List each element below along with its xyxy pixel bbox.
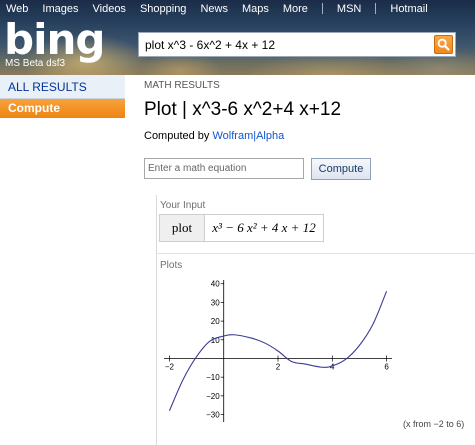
nav-web[interactable]: Web (6, 3, 28, 15)
bing-logo[interactable]: bing (4, 18, 105, 62)
left-sidebar: ALL RESULTS Compute (0, 75, 125, 118)
y-tick-label: 20 (211, 317, 220, 326)
y-tick-label: −30 (206, 411, 220, 420)
y-tick-label: 30 (211, 298, 220, 307)
function-plot: −2 2 4 6−30−20−1010203040 (164, 280, 392, 422)
sidebar-item-compute[interactable]: Compute (0, 99, 125, 118)
logo-subtitle: MS Beta dsf3 (5, 58, 66, 69)
nav-shopping[interactable]: Shopping (140, 3, 187, 15)
nav-news[interactable]: News (200, 3, 228, 15)
y-tick-label: −10 (206, 373, 220, 382)
nav-hotmail[interactable]: Hotmail (390, 3, 427, 15)
y-tick-label: 40 (211, 280, 220, 289)
function-curve (168, 291, 388, 412)
sidebar-item-all-results[interactable]: ALL RESULTS (0, 75, 125, 99)
magnifier-icon (437, 38, 450, 51)
x-tick-label: 6 (384, 362, 389, 371)
y-tick-label: −20 (206, 392, 220, 401)
x-tick-label: 2 (276, 362, 281, 371)
nav-maps[interactable]: Maps (242, 3, 269, 15)
nav-more[interactable]: More (283, 3, 308, 15)
nav-divider (375, 3, 377, 14)
nav-divider (321, 3, 323, 14)
header-banner: Web Images Videos Shopping News Maps Mor… (0, 0, 475, 75)
search-box (138, 32, 456, 57)
search-button[interactable] (434, 35, 453, 54)
x-tick-label: −2 (165, 362, 175, 371)
x-range-note: (x from −2 to 6) (403, 419, 465, 429)
nav-images[interactable]: Images (42, 3, 78, 15)
nav-msn[interactable]: MSN (337, 3, 361, 15)
search-input[interactable] (139, 33, 431, 56)
nav-videos[interactable]: Videos (93, 3, 126, 15)
